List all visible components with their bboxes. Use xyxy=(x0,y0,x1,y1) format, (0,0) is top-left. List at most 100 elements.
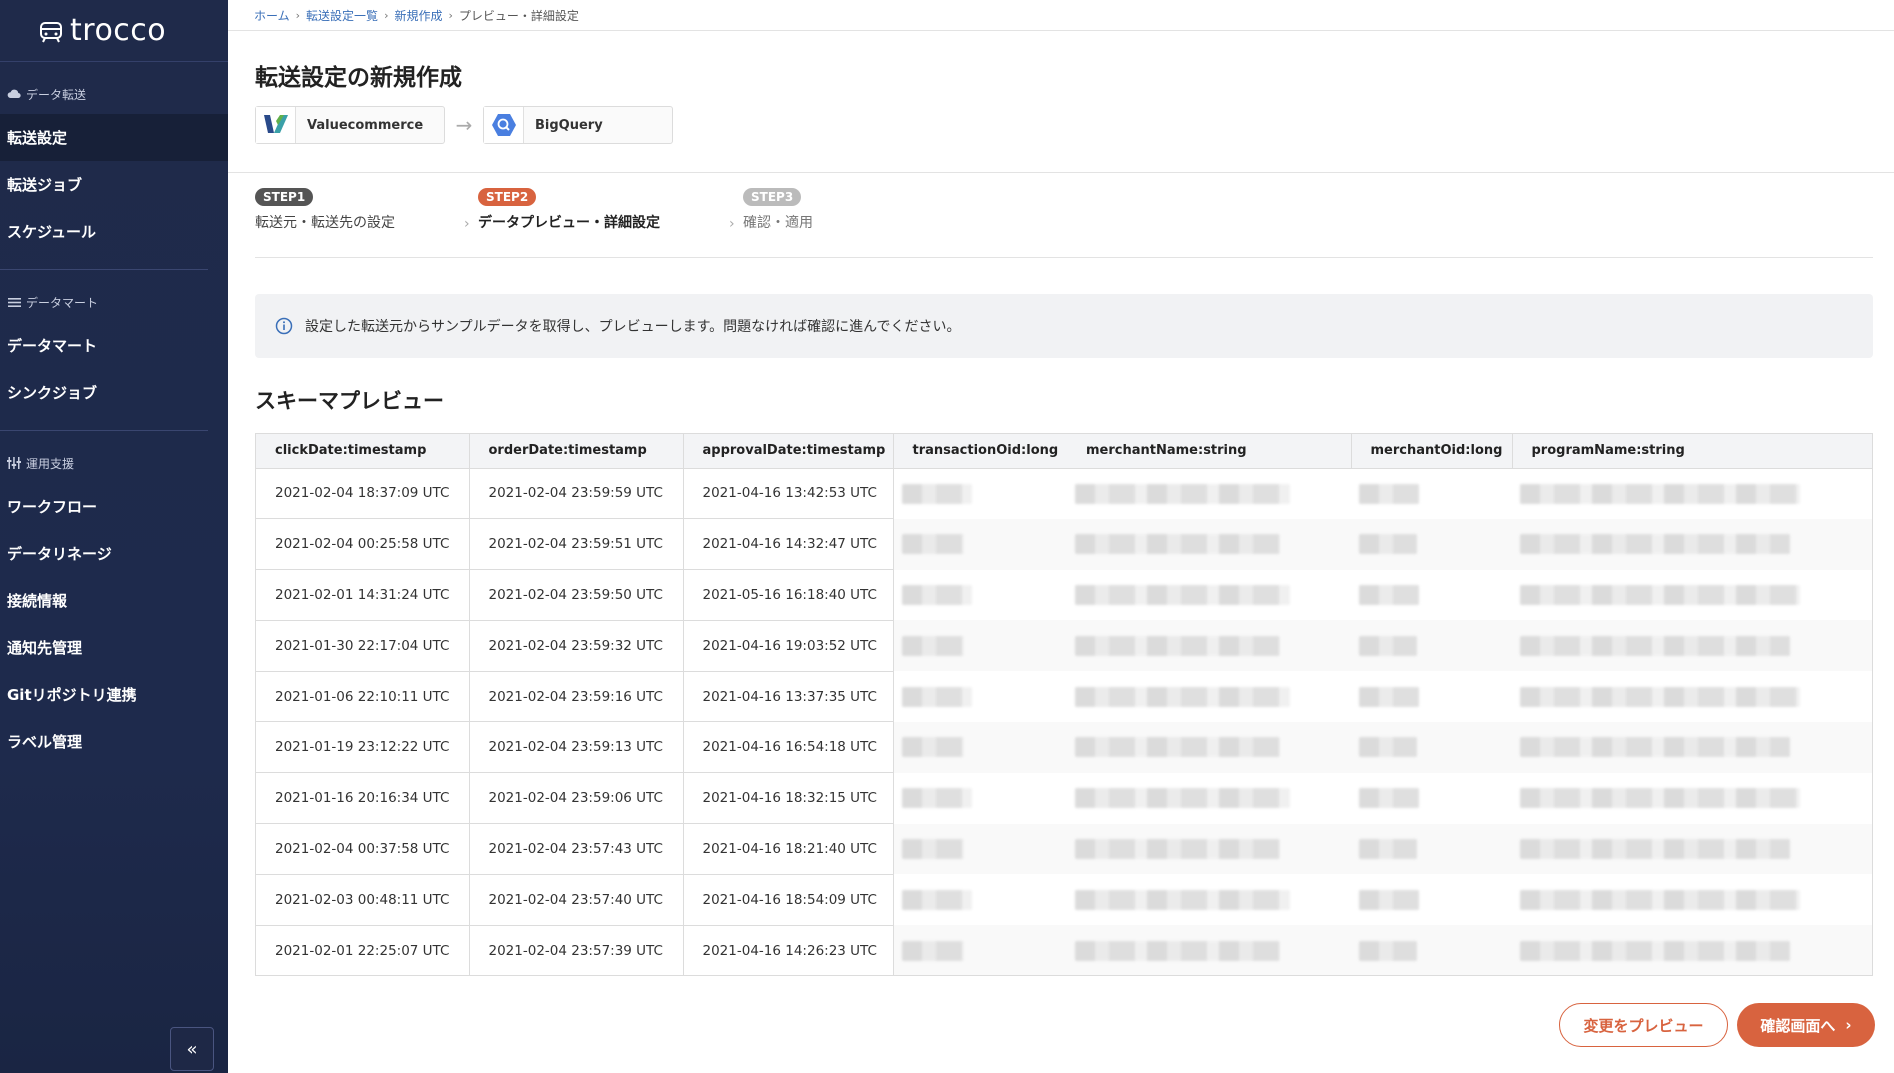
redacted-value xyxy=(1075,534,1280,555)
redacted-cell xyxy=(1067,570,1351,621)
list-icon xyxy=(7,295,21,309)
redacted-cell xyxy=(1067,823,1351,875)
redacted-value xyxy=(1520,737,1790,758)
redacted-value xyxy=(901,635,964,656)
redacted-value xyxy=(1359,788,1419,809)
info-message-text: 設定した転送元からサンプルデータを取得し、プレビューします。問題なければ確認に進… xyxy=(305,319,961,335)
step-2-label: データプレビュー・詳細設定 xyxy=(478,215,660,231)
redacted-cell xyxy=(893,620,1067,672)
breadcrumb-link[interactable]: 転送設定一覧 xyxy=(306,7,378,24)
redacted-cell xyxy=(1067,518,1351,570)
redacted-cell xyxy=(893,823,1067,875)
preview-changes-button-label: 変更をプレビュー xyxy=(1583,1016,1704,1035)
redacted-cell xyxy=(1067,925,1351,975)
table-cell: 2021-02-04 23:57:39 UTC xyxy=(469,925,684,975)
table-row[interactable]: 2021-01-19 23:12:22 UTC 2021-02-04 23:59:… xyxy=(256,721,1872,774)
sidebar-item[interactable]: 接続情報 xyxy=(0,577,228,624)
nav-section-heading: 運用支援 xyxy=(0,453,228,473)
table-row[interactable]: 2021-02-04 00:37:58 UTC 2021-02-04 23:57:… xyxy=(256,823,1872,875)
table-row[interactable]: 2021-02-04 18:37:09 UTC 2021-02-04 23:59:… xyxy=(256,468,1872,520)
table-column-header[interactable]: transactionOid:long xyxy=(893,434,1067,469)
table-cell: 2021-02-04 18:37:09 UTC xyxy=(256,468,470,520)
sidebar-item[interactable]: スケジュール xyxy=(0,208,228,255)
breadcrumb-current: プレビュー・詳細設定 xyxy=(458,8,579,23)
breadcrumb-link[interactable]: ホーム xyxy=(254,7,290,24)
table-row[interactable]: 2021-02-03 00:48:11 UTC 2021-02-04 23:57:… xyxy=(256,874,1872,926)
sidebar-item[interactable]: ラベル管理 xyxy=(0,718,228,765)
sidebar-item[interactable]: データリネージ xyxy=(0,530,228,577)
logo[interactable]: trocco xyxy=(0,0,228,62)
redacted-cell xyxy=(1351,773,1512,824)
sidebar-item[interactable]: データマート xyxy=(0,322,228,369)
table-cell: 2021-04-16 14:32:47 UTC xyxy=(683,518,894,571)
redacted-value xyxy=(1075,584,1290,605)
sidebar-item[interactable]: 転送設定 xyxy=(0,114,228,161)
table-column-header[interactable]: orderDate:timestamp xyxy=(469,434,684,469)
table-cell: 2021-04-16 14:26:23 UTC xyxy=(683,925,894,975)
sidebar-item[interactable]: ワークフロー xyxy=(0,483,228,530)
table-column-header[interactable]: merchantOid:long xyxy=(1351,434,1513,469)
table-row[interactable]: 2021-01-30 22:17:04 UTC 2021-02-04 23:59:… xyxy=(256,620,1872,672)
destination-connector-label: BigQuery xyxy=(535,117,603,133)
redacted-cell xyxy=(1351,468,1512,519)
redacted-value xyxy=(1075,940,1280,961)
table-row[interactable]: 2021-02-04 00:25:58 UTC 2021-02-04 23:59:… xyxy=(256,518,1872,571)
bigquery-icon xyxy=(484,107,524,143)
redacted-cell xyxy=(1067,874,1351,925)
nav-section-heading-label: データマート xyxy=(26,295,99,310)
main-content: ホーム › 転送設定一覧 › 新規作成 › プレビュー・詳細設定 転送設定の新規作成 Val… xyxy=(228,0,1894,1073)
table-column-header[interactable]: merchantName:string xyxy=(1067,434,1352,469)
sidebar-item[interactable]: シンクジョブ xyxy=(0,369,228,416)
redacted-cell xyxy=(1351,721,1512,773)
redacted-cell xyxy=(1512,874,1872,925)
arrow-right-icon: → xyxy=(455,113,473,137)
double-chevron-left-icon: « xyxy=(186,1038,198,1060)
table-column-header[interactable]: programName:string xyxy=(1512,434,1872,469)
table-column-header[interactable]: clickDate:timestamp xyxy=(256,434,470,469)
nav-section: データ転送転送設定 転送ジョブ スケジュール xyxy=(0,62,228,255)
redacted-cell xyxy=(893,721,1067,773)
table-cell: 2021-02-04 23:59:16 UTC xyxy=(469,671,684,723)
redacted-cell xyxy=(1512,671,1872,722)
redacted-value xyxy=(1520,584,1800,605)
stepper: STEP1 転送元・転送先の設定 › STEP2 データプレビュー・詳細設定 ›… xyxy=(255,186,1873,258)
schema-preview-table[interactable]: clickDate:timestamp orderDate:timestamp ap… xyxy=(255,433,1873,976)
table-row[interactable]: 2021-01-06 22:10:11 UTC 2021-02-04 23:59:… xyxy=(256,671,1872,723)
redacted-value xyxy=(1075,889,1290,910)
sidebar-nav: データ転送 転送設定 転送ジョブ スケジュール データマート データマート シンクジョブ 運用… xyxy=(0,62,228,765)
sidebar-item[interactable]: 転送ジョブ xyxy=(0,161,228,208)
redacted-value xyxy=(1359,889,1419,910)
table-cell: 2021-02-04 00:25:58 UTC xyxy=(256,518,470,571)
redacted-cell xyxy=(1351,925,1512,975)
table-cell: 2021-02-04 23:57:40 UTC xyxy=(469,874,684,926)
redacted-cell xyxy=(1351,823,1512,875)
collapse-sidebar-button[interactable]: « xyxy=(170,1027,214,1071)
nav-section-heading: データ転送 xyxy=(0,84,228,104)
trocco-logo-icon xyxy=(40,21,62,42)
breadcrumb-link[interactable]: 新規作成 xyxy=(394,7,442,24)
step-3-badge: STEP3 xyxy=(743,188,802,206)
step-1-badge: STEP1 xyxy=(255,188,314,206)
table-cell: 2021-02-04 23:59:59 UTC xyxy=(469,468,684,520)
table-column-header[interactable]: approvalDate:timestamp xyxy=(683,434,894,469)
redacted-value xyxy=(901,889,972,910)
sidebar-item[interactable]: 通知先管理 xyxy=(0,624,228,671)
sliders-icon xyxy=(7,456,21,470)
redacted-value xyxy=(1520,889,1800,910)
go-to-confirm-button[interactable]: 確認画面へ › xyxy=(1737,1003,1875,1047)
sidebar-item[interactable]: Gitリポジトリ連携 xyxy=(0,671,228,718)
redacted-value xyxy=(1359,584,1419,605)
redacted-cell xyxy=(1351,570,1512,621)
table-row[interactable]: 2021-02-01 22:25:07 UTC 2021-02-04 23:57:… xyxy=(256,925,1872,975)
step-3-label: 確認・適用 xyxy=(743,215,813,231)
redacted-value xyxy=(1359,686,1419,707)
table-cell: 2021-02-04 23:59:51 UTC xyxy=(469,518,684,571)
preview-changes-button[interactable]: 変更をプレビュー xyxy=(1559,1003,1728,1047)
redacted-cell xyxy=(1067,468,1351,519)
redacted-cell xyxy=(893,925,1067,975)
table-row[interactable]: 2021-02-01 14:31:24 UTC 2021-02-04 23:59:… xyxy=(256,569,1872,621)
redacted-cell xyxy=(1067,773,1351,824)
table-cell: 2021-04-16 19:03:52 UTC xyxy=(683,620,894,672)
table-row[interactable]: 2021-01-16 20:16:34 UTC 2021-02-04 23:59:… xyxy=(256,772,1872,825)
sidebar: trocco データ転送 転送設定 転送ジョブ スケジュール データマート データマートシ… xyxy=(0,0,228,1073)
